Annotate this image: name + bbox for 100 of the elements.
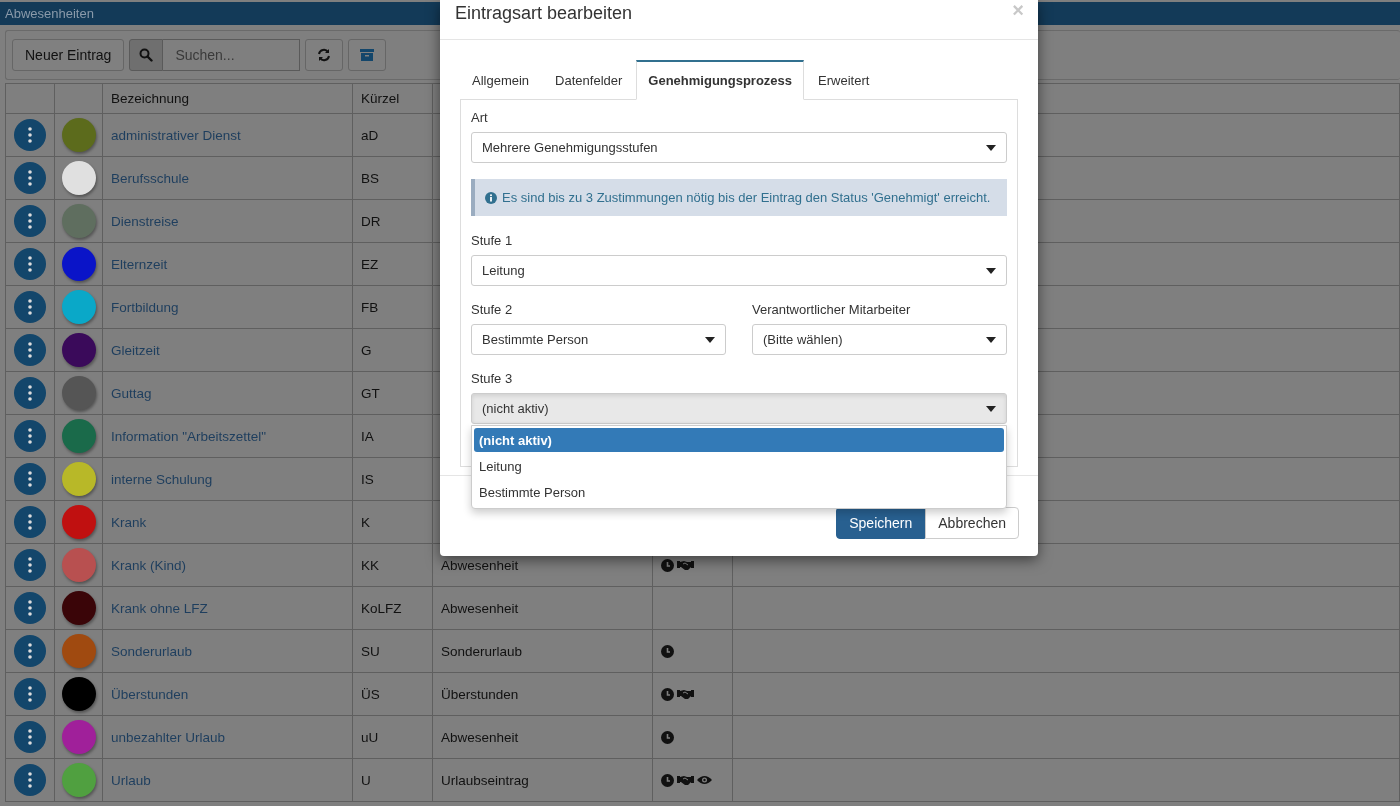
column-header: Kürzel: [361, 91, 400, 106]
table-cell: Abwesenheit: [441, 600, 519, 616]
select-field[interactable]: (nicht aktiv): [471, 393, 1007, 424]
field-label: Stufe 1: [471, 233, 514, 248]
entry-link[interactable]: Urlaub: [111, 772, 151, 788]
select-value: (Bitte wählen): [763, 332, 843, 347]
more-icon: [28, 299, 32, 315]
dialog-title: Eintragsart bearbeiten: [455, 3, 633, 24]
table-cell: U: [361, 772, 371, 788]
tab[interactable]: Genehmigungsprozess: [636, 60, 805, 100]
entry-link[interactable]: Fortbildung: [111, 299, 179, 315]
row-menu-button[interactable]: [14, 377, 46, 409]
select-field[interactable]: (Bitte wählen): [752, 324, 1007, 355]
info-icon: [485, 191, 497, 204]
more-icon: [28, 428, 32, 444]
entry-link[interactable]: Elternzeit: [111, 256, 168, 272]
clock-icon: [661, 687, 674, 701]
more-icon: [28, 342, 32, 358]
caret-icon: [986, 144, 996, 151]
entry-link[interactable]: Gleitzeit: [111, 342, 160, 358]
clock-icon: [661, 730, 674, 744]
select-value: (nicht aktiv): [482, 401, 549, 416]
table-cell: G: [361, 342, 372, 358]
refresh-icon: [317, 48, 332, 62]
handshake-icon: [677, 559, 694, 571]
row-menu-button[interactable]: [14, 162, 46, 194]
entry-link[interactable]: Krank: [111, 514, 147, 530]
tab[interactable]: Datenfelder: [543, 60, 635, 100]
more-icon: [28, 170, 32, 186]
table-cell: BS: [361, 170, 379, 186]
entry-link[interactable]: Überstunden: [111, 686, 189, 702]
select-field[interactable]: Mehrere Genehmigungsstufen: [471, 132, 1007, 163]
row-menu-button[interactable]: [14, 506, 46, 538]
table-cell: ÜS: [361, 686, 380, 702]
row-menu-button[interactable]: [14, 463, 46, 495]
search-field[interactable]: Suchen...: [163, 39, 301, 71]
table-cell: IA: [361, 428, 374, 444]
caret-icon: [986, 267, 996, 274]
new-entry-button[interactable]: Neuer Eintrag: [12, 39, 125, 71]
archive-icon: [360, 49, 375, 61]
page-title: Abwesenheiten: [5, 6, 94, 21]
tab[interactable]: Allgemein: [460, 60, 542, 100]
more-icon: [28, 213, 32, 229]
table-cell: KK: [361, 557, 379, 573]
table-cell: GT: [361, 385, 380, 401]
table-cell: uU: [361, 729, 379, 745]
entry-link[interactable]: Guttag: [111, 385, 152, 401]
entry-link[interactable]: unbezahlter Urlaub: [111, 729, 226, 745]
entry-link[interactable]: Dienstreise: [111, 213, 179, 229]
field-label: Verantwortlicher Mitarbeiter: [752, 302, 912, 317]
entry-link[interactable]: Information "Arbeitszettel": [111, 428, 267, 444]
entry-link[interactable]: Sonderurlaub: [111, 643, 193, 659]
search-button[interactable]: [129, 39, 164, 71]
select-field[interactable]: Leitung: [471, 255, 1007, 286]
eye-icon: [697, 775, 712, 785]
row-menu-button[interactable]: [14, 205, 46, 237]
clock-icon: [661, 644, 674, 658]
row-menu-button[interactable]: [14, 549, 46, 581]
select-field[interactable]: Bestimmte Person: [471, 324, 726, 355]
dropdown-option[interactable]: (nicht aktiv): [474, 428, 1004, 452]
table-cell: Abwesenheit: [441, 729, 519, 745]
save-button[interactable]: Speichern: [836, 507, 926, 539]
row-menu-button[interactable]: [14, 678, 46, 710]
more-icon: [28, 127, 32, 143]
row-menu-button[interactable]: [14, 334, 46, 366]
field-label: Stufe 3: [471, 371, 514, 386]
row-menu-button[interactable]: [14, 635, 46, 667]
more-icon: [28, 256, 32, 272]
table-cell: K: [361, 514, 370, 530]
caret-icon: [986, 336, 996, 343]
row-menu-button[interactable]: [14, 764, 46, 796]
field-label: Stufe 2: [471, 302, 514, 317]
refresh-button[interactable]: [305, 39, 344, 71]
dropdown-option[interactable]: Leitung: [474, 454, 1004, 478]
close-button[interactable]: ×: [1012, 0, 1024, 20]
cancel-button[interactable]: Abbrechen: [925, 507, 1019, 539]
select-value: Leitung: [482, 263, 525, 278]
table-cell: SU: [361, 643, 380, 659]
table-cell: KoLFZ: [361, 600, 402, 616]
row-menu-button[interactable]: [14, 721, 46, 753]
entry-link[interactable]: administrativer Dienst: [111, 127, 241, 143]
row-menu-button[interactable]: [14, 291, 46, 323]
table-cell: Abwesenheit: [441, 557, 519, 573]
row-menu-button[interactable]: [14, 248, 46, 280]
row-menu-button[interactable]: [14, 592, 46, 624]
tab[interactable]: Erweitert: [806, 60, 882, 100]
dropdown-option[interactable]: Bestimmte Person: [474, 480, 1004, 504]
more-icon: [28, 557, 32, 573]
more-icon: [28, 643, 32, 659]
archive-button[interactable]: [348, 39, 387, 71]
clock-icon: [661, 558, 674, 572]
row-menu-button[interactable]: [14, 119, 46, 151]
entry-link[interactable]: Berufsschule: [111, 170, 190, 186]
entry-link[interactable]: Krank (Kind): [111, 557, 187, 573]
more-icon: [28, 385, 32, 401]
table-cell: aD: [361, 127, 379, 143]
table-cell: Sonderurlaub: [441, 643, 523, 659]
entry-link[interactable]: interne Schulung: [111, 471, 213, 487]
entry-link[interactable]: Krank ohne LFZ: [111, 600, 208, 616]
row-menu-button[interactable]: [14, 420, 46, 452]
